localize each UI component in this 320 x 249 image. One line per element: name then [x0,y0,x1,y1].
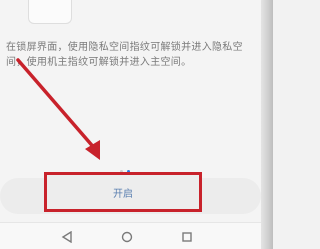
open-button[interactable]: 开启 [44,172,202,212]
navigation-bar [0,222,261,249]
screen: 在锁屏界面，使用隐私空间指纹可解锁并进入隐私空间，使用机主指纹可解锁并进入主空间… [0,0,273,249]
illustration-card [28,0,72,24]
recents-icon[interactable] [181,231,193,243]
back-icon[interactable] [61,231,73,243]
phone-bezel [261,0,273,249]
home-icon[interactable] [121,231,133,243]
feature-description: 在锁屏界面，使用隐私空间指纹可解锁并进入隐私空间，使用机主指纹可解锁并进入主空间… [6,42,243,68]
